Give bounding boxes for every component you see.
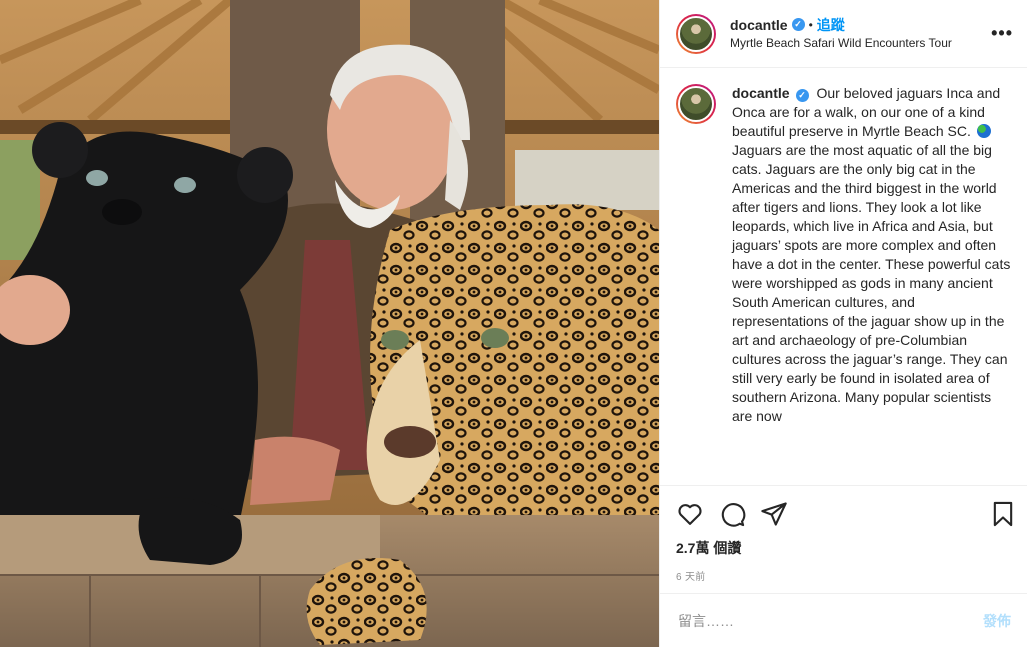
header-row: docantle ✓ • 追蹤: [730, 16, 991, 34]
post-timestamp[interactable]: 6 天前: [660, 558, 1027, 583]
like-count[interactable]: 2.7萬 個讚: [660, 538, 1027, 558]
post-comment-button[interactable]: 發佈: [983, 611, 1011, 631]
comment-icon[interactable]: [718, 500, 746, 528]
follow-button[interactable]: 追蹤: [817, 16, 845, 34]
caption-avatar[interactable]: [676, 84, 716, 124]
globe-emoji-icon: [976, 124, 991, 138]
header-separator: •: [808, 17, 813, 32]
caption-text: docantle ✓ Our beloved jaguars Inca and O…: [732, 84, 1011, 485]
post-side-panel: docantle ✓ • 追蹤 Myrtle Beach Safari Wild…: [659, 0, 1027, 647]
author-avatar[interactable]: [676, 13, 716, 54]
heart-icon[interactable]: [676, 500, 704, 528]
comment-input[interactable]: [676, 611, 983, 630]
action-bar: [660, 486, 1027, 542]
share-icon[interactable]: [760, 500, 788, 528]
caption-body-part2: Jaguars are the most aquatic of all the …: [732, 142, 1011, 424]
post-header: docantle ✓ • 追蹤 Myrtle Beach Safari Wild…: [660, 0, 1027, 68]
header-text: docantle ✓ • 追蹤 Myrtle Beach Safari Wild…: [730, 16, 991, 52]
photo-illustration: [0, 0, 659, 647]
verified-badge-icon: ✓: [795, 89, 809, 102]
post-container: docantle ✓ • 追蹤 Myrtle Beach Safari Wild…: [0, 0, 1027, 647]
caption-username[interactable]: docantle: [732, 85, 790, 101]
post-photo[interactable]: [0, 0, 659, 647]
verified-badge-icon: ✓: [791, 18, 805, 31]
author-username[interactable]: docantle: [730, 16, 788, 34]
location-link[interactable]: Myrtle Beach Safari Wild Encounters Tour: [730, 34, 991, 52]
comment-box: 發佈: [660, 593, 1027, 647]
caption-section: docantle ✓ Our beloved jaguars Inca and O…: [660, 68, 1027, 486]
more-options-icon[interactable]: •••: [991, 23, 1013, 44]
bookmark-icon[interactable]: [989, 500, 1017, 528]
